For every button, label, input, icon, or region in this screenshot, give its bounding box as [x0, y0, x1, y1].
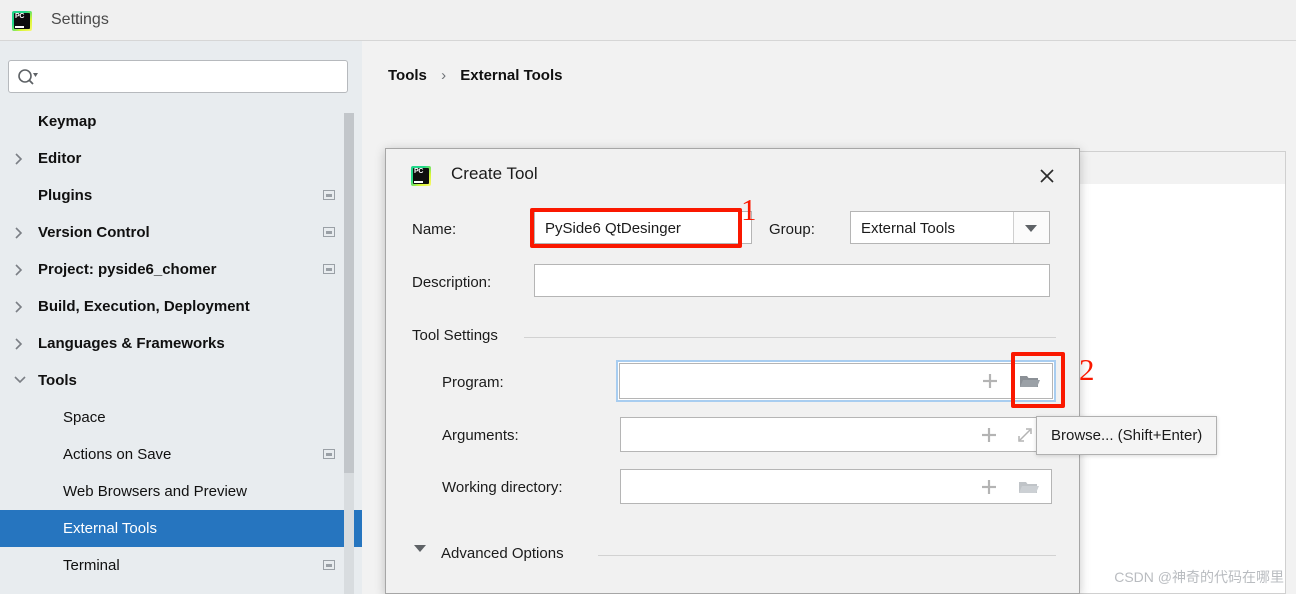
sidebar-item-languages-frameworks[interactable]: Languages & Frameworks — [0, 325, 362, 362]
name-field[interactable] — [534, 211, 752, 245]
program-insert-macro-icon[interactable] — [980, 371, 1000, 391]
chevron-down-icon[interactable] — [14, 362, 30, 399]
chevron-right-icon[interactable] — [14, 288, 30, 325]
sidebar-item-label: Languages & Frameworks — [38, 335, 225, 352]
sidebar-item-terminal[interactable]: Terminal — [0, 547, 362, 584]
sidebar-item-project-pyside6-chomer[interactable]: Project: pyside6_chomer — [0, 251, 362, 288]
sidebar-item-label: External Tools — [63, 520, 157, 537]
advanced-options-toggle-icon[interactable] — [414, 545, 426, 570]
window-title: Settings — [51, 11, 109, 28]
sidebar-item-label: Tools — [38, 372, 77, 389]
working-directory-input[interactable] — [629, 470, 973, 505]
sidebar-item-tools[interactable]: Tools — [0, 362, 362, 399]
search-box[interactable] — [8, 60, 348, 94]
tool-settings-section-header: Tool Settings — [412, 327, 498, 344]
watermark: CSDN @神奇的代码在哪里 — [1114, 569, 1284, 585]
arguments-input[interactable] — [629, 418, 973, 453]
settings-window: PC Settings Keymap Editor Plugins Version C… — [0, 0, 1296, 594]
working-directory-field[interactable] — [620, 469, 1052, 505]
settings-sidebar: Keymap Editor Plugins Version Control Projec… — [0, 41, 362, 594]
sidebar-item-external-tools[interactable]: External Tools — [0, 510, 362, 547]
arguments-label: Arguments: — [442, 427, 519, 444]
description-input[interactable] — [543, 265, 1047, 298]
pycharm-icon: PC — [12, 11, 32, 31]
sidebar-item-label: Terminal — [63, 557, 120, 574]
group-label: Group: — [769, 221, 815, 238]
project-scope-badge-icon — [323, 227, 335, 237]
working-directory-insert-macro-icon[interactable] — [979, 477, 999, 497]
sidebar-item-label: Plugins — [38, 187, 93, 204]
project-scope-badge-icon — [323, 264, 335, 274]
sidebar-item-label: Web Browsers and Preview — [63, 483, 247, 500]
sidebar-item-space[interactable]: Space — [0, 399, 362, 436]
group-dropdown-value: External Tools — [861, 220, 955, 237]
arguments-field[interactable] — [620, 417, 1052, 453]
sidebar-item-version-control[interactable]: Version Control — [0, 214, 362, 251]
program-browse-icon[interactable] — [1018, 371, 1040, 391]
project-scope-badge-icon — [323, 190, 335, 200]
close-icon[interactable] — [1033, 162, 1061, 190]
sidebar-item-editor[interactable]: Editor — [0, 140, 362, 177]
program-input[interactable] — [628, 364, 982, 400]
search-icon — [17, 67, 39, 87]
sidebar-scrollbar-thumb[interactable] — [344, 113, 354, 473]
description-label: Description: — [412, 274, 492, 291]
breadcrumb-current: External Tools — [460, 67, 563, 84]
breadcrumb-root[interactable]: Tools — [388, 67, 427, 84]
settings-tree: Keymap Editor Plugins Version Control Projec… — [0, 103, 362, 584]
breadcrumb-separator: › — [441, 67, 447, 84]
working-directory-label: Working directory: — [442, 479, 563, 496]
program-label: Program: — [442, 374, 504, 391]
sidebar-item-web-browsers-and-preview[interactable]: Web Browsers and Preview — [0, 473, 362, 510]
annotation-number-1: 1 — [741, 192, 757, 227]
name-input[interactable] — [543, 212, 747, 245]
group-dropdown[interactable]: External Tools — [850, 211, 1050, 244]
sidebar-item-label: Version Control — [38, 224, 150, 241]
project-scope-badge-icon — [323, 449, 335, 459]
sidebar-item-plugins[interactable]: Plugins — [0, 177, 362, 214]
advanced-options-section-header[interactable]: Advanced Options — [441, 545, 564, 562]
chevron-right-icon[interactable] — [14, 251, 30, 288]
program-field[interactable] — [616, 360, 1056, 402]
sidebar-item-actions-on-save[interactable]: Actions on Save — [0, 436, 362, 473]
create-tool-dialog: PC Create Tool Name: Group: External Too… — [385, 148, 1080, 594]
advanced-options-divider — [598, 555, 1056, 556]
dialog-title: Create Tool — [451, 164, 538, 183]
description-field[interactable] — [534, 264, 1050, 298]
project-scope-badge-icon — [323, 560, 335, 570]
annotation-number-2: 2 — [1079, 352, 1095, 387]
chevron-right-icon[interactable] — [14, 214, 30, 251]
sidebar-item-label: Project: pyside6_chomer — [38, 261, 217, 278]
breadcrumb: Tools › External Tools — [388, 67, 562, 84]
search-input[interactable] — [45, 61, 344, 94]
tool-settings-divider — [524, 337, 1056, 338]
window-title-bar: PC Settings — [0, 0, 1296, 41]
sidebar-item-build-execution-deployment[interactable]: Build, Execution, Deployment — [0, 288, 362, 325]
browse-tooltip-text: Browse... (Shift+Enter) — [1051, 427, 1203, 444]
sidebar-item-label: Actions on Save — [63, 446, 172, 463]
name-label: Name: — [412, 221, 457, 238]
arguments-insert-macro-icon[interactable] — [979, 425, 999, 445]
chevron-right-icon[interactable] — [14, 325, 30, 362]
sidebar-item-label: Keymap — [38, 113, 97, 130]
working-directory-browse-icon[interactable] — [1017, 477, 1039, 497]
arguments-expand-icon[interactable] — [1015, 425, 1035, 445]
sidebar-item-label: Editor — [38, 150, 82, 167]
chevron-down-icon[interactable] — [1013, 212, 1049, 243]
browse-tooltip: Browse... (Shift+Enter) — [1036, 416, 1218, 455]
chevron-right-icon[interactable] — [14, 140, 30, 177]
sidebar-item-keymap[interactable]: Keymap — [0, 103, 362, 140]
sidebar-item-label: Space — [63, 409, 106, 426]
dialog-pycharm-icon: PC — [411, 166, 431, 186]
sidebar-item-label: Build, Execution, Deployment — [38, 298, 250, 315]
